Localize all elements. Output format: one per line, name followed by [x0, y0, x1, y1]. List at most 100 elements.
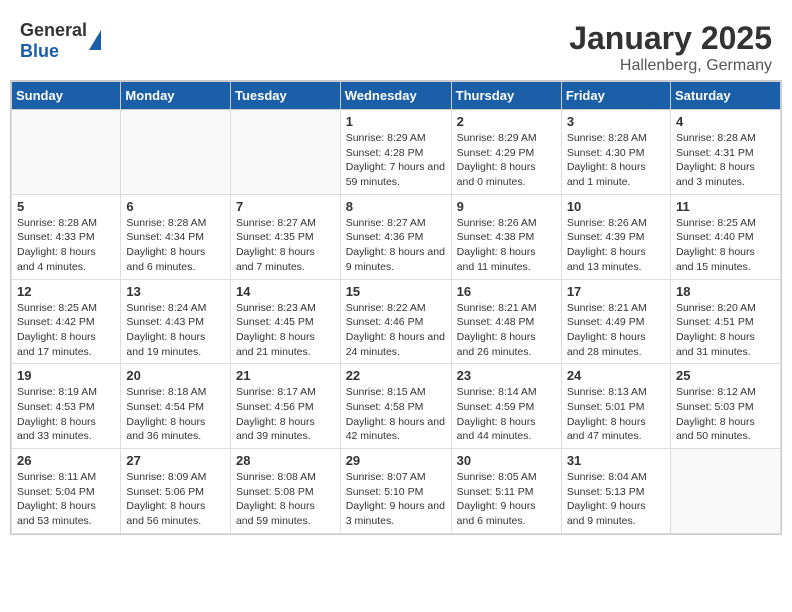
day-number: 17: [567, 284, 665, 299]
day-info: Sunrise: 8:05 AMSunset: 5:11 PMDaylight:…: [457, 470, 556, 529]
daylight-text: Daylight: 8 hours and 1 minute.: [567, 161, 646, 188]
calendar-cell: 7Sunrise: 8:27 AMSunset: 4:35 PMDaylight…: [230, 194, 340, 279]
day-number: 27: [126, 453, 225, 468]
sunrise-text: Sunrise: 8:25 AM: [676, 217, 756, 229]
day-number: 5: [17, 199, 115, 214]
header-friday: Friday: [561, 82, 670, 110]
sunrise-text: Sunrise: 8:28 AM: [126, 217, 206, 229]
calendar-week-row: 1Sunrise: 8:29 AMSunset: 4:28 PMDaylight…: [12, 110, 781, 195]
calendar-cell: 23Sunrise: 8:14 AMSunset: 4:59 PMDayligh…: [451, 364, 561, 449]
sunset-text: Sunset: 5:11 PM: [457, 486, 534, 498]
day-number: 29: [346, 453, 446, 468]
sunrise-text: Sunrise: 8:18 AM: [126, 386, 206, 398]
sunrise-text: Sunrise: 8:26 AM: [457, 217, 537, 229]
sunrise-text: Sunrise: 8:11 AM: [17, 471, 96, 483]
day-info: Sunrise: 8:26 AMSunset: 4:39 PMDaylight:…: [567, 216, 665, 275]
header-thursday: Thursday: [451, 82, 561, 110]
daylight-text: Daylight: 8 hours and 17 minutes.: [17, 331, 96, 358]
sunset-text: Sunset: 4:46 PM: [346, 316, 424, 328]
sunrise-text: Sunrise: 8:08 AM: [236, 471, 316, 483]
calendar-cell: 8Sunrise: 8:27 AMSunset: 4:36 PMDaylight…: [340, 194, 451, 279]
calendar-cell: 27Sunrise: 8:09 AMSunset: 5:06 PMDayligh…: [121, 449, 231, 534]
calendar-cell: 25Sunrise: 8:12 AMSunset: 5:03 PMDayligh…: [670, 364, 780, 449]
calendar-week-row: 26Sunrise: 8:11 AMSunset: 5:04 PMDayligh…: [12, 449, 781, 534]
sunrise-text: Sunrise: 8:14 AM: [457, 386, 537, 398]
day-number: 30: [457, 453, 556, 468]
calendar-cell: [12, 110, 121, 195]
day-info: Sunrise: 8:15 AM Sunset: 4:58 PM Daylight:…: [346, 385, 446, 444]
day-info: Sunrise: 8:20 AMSunset: 4:51 PMDaylight:…: [676, 301, 775, 360]
sunset-text: Sunset: 4:45 PM: [236, 316, 314, 328]
logo-general: General: [20, 20, 87, 40]
sunrise-text: Sunrise: 8:13 AM: [567, 386, 647, 398]
daylight-text: Daylight: 7 hours and 59 minutes.: [346, 161, 445, 188]
day-number: 14: [236, 284, 335, 299]
day-info: Sunrise: 8:17 AMSunset: 4:56 PMDaylight:…: [236, 385, 335, 444]
daylight-text: Daylight: 8 hours and 15 minutes.: [676, 246, 755, 273]
daylight-text: Daylight: 8 hours and 21 minutes.: [236, 331, 315, 358]
daylight-text: Daylight: 8 hours and 28 minutes.: [567, 331, 646, 358]
sunset-text: Sunset: 4:58 PM: [346, 401, 424, 413]
calendar-cell: 21Sunrise: 8:17 AMSunset: 4:56 PMDayligh…: [230, 364, 340, 449]
sunset-text: Sunset: 4:54 PM: [126, 401, 204, 413]
sunrise-text: Sunrise: 8:24 AM: [126, 302, 206, 314]
day-number: 22: [346, 368, 446, 383]
sunset-text: Sunset: 4:34 PM: [126, 231, 204, 243]
day-info: Sunrise: 8:21 AMSunset: 4:48 PMDaylight:…: [457, 301, 556, 360]
daylight-text: Daylight: 8 hours and 7 minutes.: [236, 246, 315, 273]
day-info: Sunrise: 8:22 AMSunset: 4:46 PMDaylight:…: [346, 301, 446, 360]
day-number: 15: [346, 284, 446, 299]
daylight-text: Daylight: 9 hours and 3 minutes.: [346, 500, 445, 527]
sunrise-text: Sunrise: 8:22 AM: [346, 302, 426, 314]
sunset-text: Sunset: 5:10 PM: [346, 486, 424, 498]
sunrise-text: Sunrise: 8:28 AM: [676, 132, 756, 144]
day-info: Sunrise: 8:28 AMSunset: 4:34 PMDaylight:…: [126, 216, 225, 275]
sunset-text: Sunset: 5:13 PM: [567, 486, 645, 498]
sunset-text: Sunset: 4:28 PM: [346, 147, 424, 159]
calendar-cell: 13Sunrise: 8:24 AMSunset: 4:43 PMDayligh…: [121, 279, 231, 364]
calendar-cell: 15Sunrise: 8:22 AMSunset: 4:46 PMDayligh…: [340, 279, 451, 364]
calendar-week-row: 5 Sunrise: 8:28 AMSunset: 4:33 PMDaylight…: [12, 194, 781, 279]
sunrise-text: Sunrise: 8:29 AM: [457, 132, 537, 144]
sunrise-text: Sunrise: 8:23 AM: [236, 302, 316, 314]
daylight-text: Daylight: 9 hours and 6 minutes.: [457, 500, 536, 527]
logo-text: General Blue: [20, 20, 87, 62]
sunrise-text: Sunrise: 8:15 AM: [346, 386, 426, 398]
calendar-cell: 1Sunrise: 8:29 AMSunset: 4:28 PMDaylight…: [340, 110, 451, 195]
calendar-cell: [670, 449, 780, 534]
sunset-text: Sunset: 4:38 PM: [457, 231, 535, 243]
sunset-text: Sunset: 5:01 PM: [567, 401, 645, 413]
sunset-text: Sunset: 4:39 PM: [567, 231, 645, 243]
calendar-cell: 2Sunrise: 8:29 AMSunset: 4:29 PMDaylight…: [451, 110, 561, 195]
calendar-cell: 16Sunrise: 8:21 AMSunset: 4:48 PMDayligh…: [451, 279, 561, 364]
sunset-text: Sunset: 4:43 PM: [126, 316, 204, 328]
sunset-text: Sunset: 5:04 PM: [17, 486, 95, 498]
sunrise-text: Sunrise: 8:21 AM: [457, 302, 537, 314]
page-header: General Blue January 2025 Hallenberg, Ge…: [10, 10, 782, 80]
daylight-text: Daylight: 8 hours and 3 minutes.: [676, 161, 755, 188]
sunrise-text: Sunrise: 8:28 AM: [17, 217, 97, 229]
day-number: 11: [676, 199, 775, 214]
calendar-cell: 11Sunrise: 8:25 AMSunset: 4:40 PMDayligh…: [670, 194, 780, 279]
header-wednesday: Wednesday: [340, 82, 451, 110]
header-saturday: Saturday: [670, 82, 780, 110]
day-info: Sunrise: 8:27 AMSunset: 4:36 PMDaylight:…: [346, 216, 446, 275]
daylight-text: Daylight: 8 hours and 56 minutes.: [126, 500, 205, 527]
day-info: Sunrise: 8:18 AMSunset: 4:54 PMDaylight:…: [126, 385, 225, 444]
sunrise-text: Sunrise: 8:29 AM: [346, 132, 426, 144]
calendar-cell: 3Sunrise: 8:28 AMSunset: 4:30 PMDaylight…: [561, 110, 670, 195]
day-info: Sunrise: 8:28 AMSunset: 4:33 PMDaylight:…: [17, 216, 115, 275]
daylight-text: Daylight: 8 hours and 59 minutes.: [236, 500, 315, 527]
daylight-text: Daylight: 8 hours and 44 minutes.: [457, 416, 536, 443]
calendar-header-row: Sunday Monday Tuesday Wednesday Thursday…: [12, 82, 781, 110]
sunset-text: Sunset: 5:06 PM: [126, 486, 204, 498]
sunrise-text: Sunrise: 8:17 AM: [236, 386, 316, 398]
calendar-cell: 19Sunrise: 8:19 AMSunset: 4:53 PMDayligh…: [12, 364, 121, 449]
day-number: 25: [676, 368, 775, 383]
calendar-cell: 30 Sunrise: 8:05 AMSunset: 5:11 PMDayligh…: [451, 449, 561, 534]
day-number: 28: [236, 453, 335, 468]
title-area: January 2025 Hallenberg, Germany: [569, 20, 772, 75]
day-info: Sunrise: 8:25 AMSunset: 4:42 PMDaylight:…: [17, 301, 115, 360]
day-info: Sunrise: 8:26 AMSunset: 4:38 PMDaylight:…: [457, 216, 556, 275]
daylight-text: Daylight: 8 hours and 42 minutes.: [346, 416, 445, 443]
